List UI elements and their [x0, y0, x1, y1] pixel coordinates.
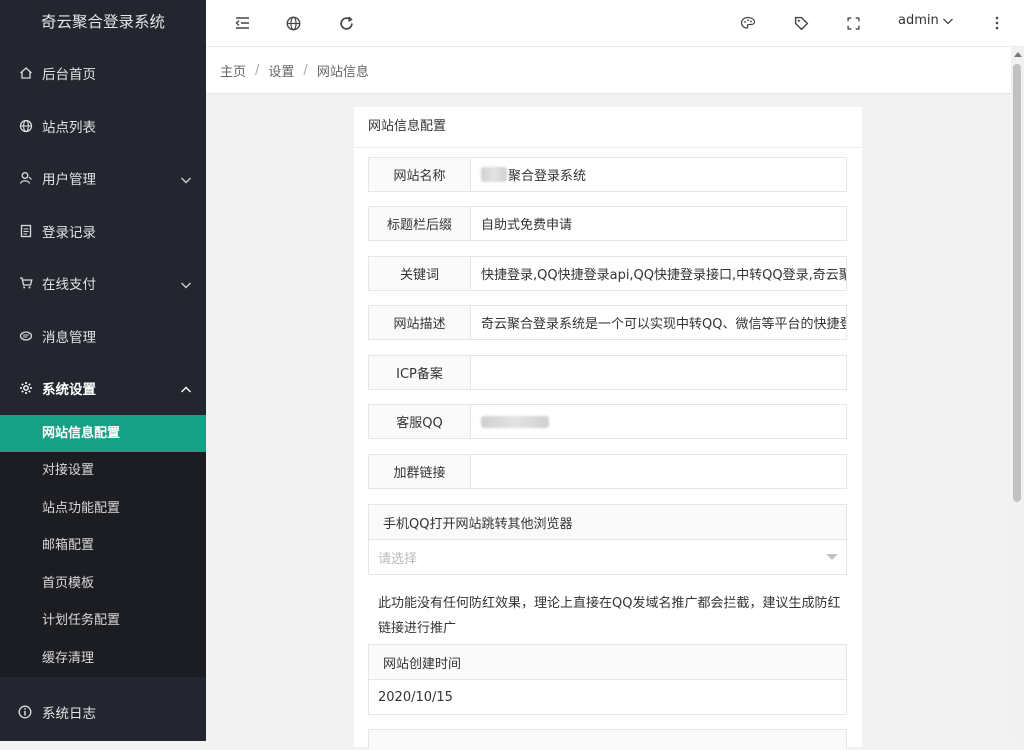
more-vertical-icon[interactable]	[988, 14, 1006, 32]
settings-submenu: 网站信息配置 对接设置 站点功能配置 邮箱配置 首页模板 计划任务配置 缓存清理	[0, 414, 206, 678]
tag-icon[interactable]	[792, 14, 810, 32]
sidebar-item-system-settings[interactable]: 系统设置	[0, 362, 206, 415]
chevron-down-icon	[942, 18, 953, 24]
message-icon	[18, 328, 33, 343]
select-placeholder: 请选择	[378, 551, 418, 567]
refresh-icon[interactable]	[337, 14, 355, 32]
next-field-partial	[368, 729, 847, 750]
submenu-item-cache[interactable]: 缓存清理	[0, 640, 206, 678]
gear-icon	[18, 381, 33, 396]
sidebar-item-payment[interactable]: 在线支付	[0, 257, 206, 310]
keywords-input[interactable]: 快捷登录,QQ快捷登录api,QQ快捷登录接口,中转QQ登录,奇云聚	[471, 257, 846, 290]
cart-icon	[18, 276, 33, 291]
submenu-item-home-template[interactable]: 首页模板	[0, 565, 206, 603]
breadcrumb-settings[interactable]: 设置	[268, 61, 294, 80]
user-menu[interactable]: admin	[898, 13, 954, 28]
redacted-mark	[481, 167, 507, 182]
breadcrumb-current: 网站信息	[316, 64, 369, 80]
created-time-input[interactable]: 2020/10/15	[369, 680, 846, 714]
sidebar-item-label: 后台首页	[42, 67, 96, 84]
info-icon	[18, 705, 33, 720]
submenu-item-integration[interactable]: 对接设置	[0, 452, 206, 490]
dropdown-caret-icon	[826, 554, 838, 560]
breadcrumb: 主页 / 设置 / 网站信息	[206, 47, 1011, 94]
home-icon	[18, 66, 33, 81]
sidebar: 奇云聚合登录系统 后台首页 站点列表 用户管理 登录记录 在线支付 消息管理 系…	[0, 0, 206, 741]
submenu-item-site-features[interactable]: 站点功能配置	[0, 490, 206, 528]
anti-block-note: 此功能没有任何防红效果，理论上直接在QQ发域名推广都会拦截，建议生成防红链接进行…	[378, 596, 841, 636]
field-icp: ICP备案	[368, 355, 847, 390]
field-label: 网站创建时间	[369, 645, 846, 680]
breadcrumb-separator: /	[255, 62, 260, 78]
fullscreen-icon[interactable]	[844, 14, 862, 32]
redacted-mark	[481, 415, 549, 428]
submenu-item-mail[interactable]: 邮箱配置	[0, 527, 206, 565]
field-description: 网站描述 奇云聚合登录系统是一个可以实现中转QQ、微信等平台的快捷登	[368, 305, 847, 340]
doc-icon	[18, 223, 33, 238]
field-label	[369, 730, 846, 750]
sidebar-item-label: 在线支付	[42, 277, 96, 294]
service-qq-input[interactable]	[471, 405, 846, 438]
field-service-qq: 客服QQ	[368, 404, 847, 439]
created-time-field: 网站创建时间 2020/10/15	[368, 644, 847, 715]
sidebar-item-users[interactable]: 用户管理	[0, 152, 206, 205]
field-site-name: 网站名称 聚合登录系统	[368, 157, 847, 192]
field-label: 网站描述	[369, 306, 471, 339]
card-title: 网站信息配置	[354, 107, 862, 148]
description-input[interactable]: 奇云聚合登录系统是一个可以实现中转QQ、微信等平台的快捷登	[471, 306, 846, 339]
breadcrumb-separator: /	[303, 62, 308, 78]
site-name-input[interactable]: 聚合登录系统	[471, 158, 846, 191]
field-label: 手机QQ打开网站跳转其他浏览器	[369, 505, 846, 540]
browser-jump-select[interactable]: 请选择	[369, 540, 846, 574]
field-label: 关键词	[369, 257, 471, 290]
brand-title: 奇云聚合登录系统	[40, 13, 165, 31]
sidebar-item-label: 系统设置	[42, 382, 96, 399]
sidebar-item-home[interactable]: 后台首页	[0, 47, 206, 100]
user-icon	[18, 171, 33, 186]
breadcrumb-home[interactable]: 主页	[220, 61, 246, 80]
group-link-input[interactable]	[471, 455, 846, 488]
top-header: admin	[206, 0, 1024, 47]
site-name-value: 聚合登录系统	[508, 169, 587, 184]
username: admin	[898, 13, 939, 28]
sidebar-item-system-log[interactable]: 系统日志	[0, 686, 206, 738]
sidebar-item-label: 消息管理	[42, 329, 96, 346]
chevron-down-icon	[181, 282, 191, 289]
field-label: 网站名称	[369, 158, 471, 191]
browser-jump-field: 手机QQ打开网站跳转其他浏览器 请选择	[368, 504, 847, 575]
sidebar-item-sites[interactable]: 站点列表	[0, 100, 206, 153]
sidebar-item-label: 登录记录	[42, 224, 96, 241]
field-keywords: 关键词 快捷登录,QQ快捷登录api,QQ快捷登录接口,中转QQ登录,奇云聚	[368, 256, 847, 291]
globe-icon[interactable]	[284, 14, 302, 32]
chevron-down-icon	[181, 177, 191, 184]
icp-input[interactable]	[471, 356, 846, 389]
sidebar-item-messages[interactable]: 消息管理	[0, 310, 206, 363]
title-suffix-input[interactable]: 自助式免费申请	[471, 207, 846, 240]
sidebar-item-label: 用户管理	[42, 172, 96, 189]
field-label: 标题栏后缀	[369, 207, 471, 240]
collapse-menu-icon[interactable]	[233, 14, 251, 32]
sidebar-item-login-records[interactable]: 登录记录	[0, 205, 206, 258]
field-label: 加群链接	[369, 455, 471, 488]
scroll-up-arrow-icon[interactable]	[1011, 47, 1024, 61]
theme-palette-icon[interactable]	[739, 14, 757, 32]
site-info-card: 网站信息配置 网站名称 聚合登录系统 标题栏后缀 自助式免费申请 关键词 快捷登…	[354, 107, 862, 750]
submenu-item-cron[interactable]: 计划任务配置	[0, 602, 206, 640]
chevron-up-icon	[181, 386, 191, 393]
field-label: ICP备案	[369, 356, 471, 389]
globe-icon	[18, 118, 33, 133]
field-title-suffix: 标题栏后缀 自助式免费申请	[368, 206, 847, 241]
sidebar-item-label: 站点列表	[42, 119, 96, 136]
field-group-link: 加群链接	[368, 454, 847, 489]
submenu-item-site-info[interactable]: 网站信息配置	[0, 414, 206, 452]
scrollbar-thumb[interactable]	[1013, 64, 1021, 502]
field-label: 客服QQ	[369, 405, 471, 438]
sidebar-item-label: 系统日志	[42, 706, 96, 722]
